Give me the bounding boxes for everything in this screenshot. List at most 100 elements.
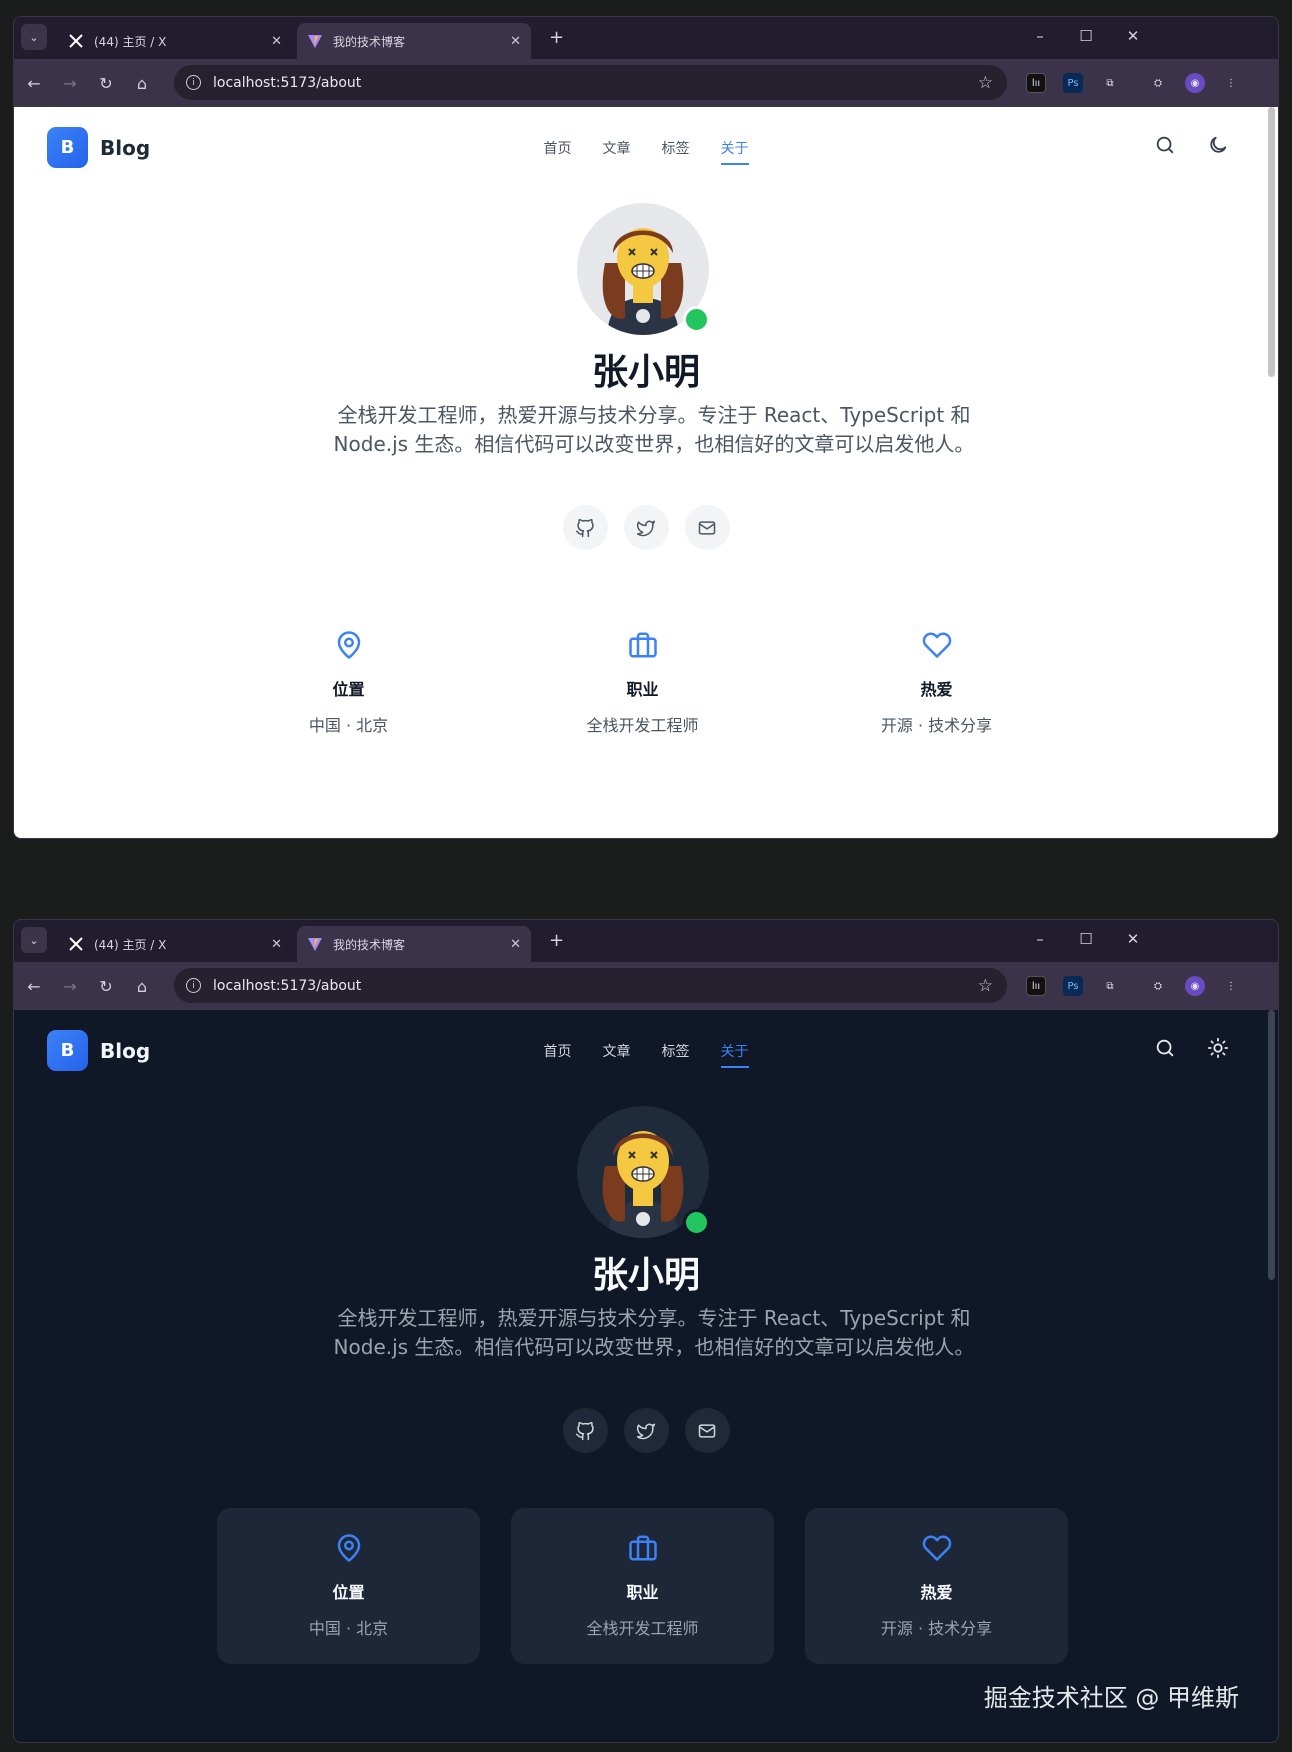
reload-button[interactable]: ↻	[94, 71, 118, 95]
search-icon	[1156, 136, 1174, 154]
tab-search-button[interactable]: ⌄	[21, 927, 47, 953]
tab-title: (44) 主页 / X	[94, 937, 167, 952]
tab-title: 我的技术博客	[333, 34, 406, 49]
nav-tags[interactable]: 标签	[662, 138, 690, 165]
tab-strip: ⌄ (44) 主页 / X ✕ 我的技术博客 ✕ + – ☐ ✕	[14, 920, 1278, 962]
theme-toggle-button[interactable]	[1207, 134, 1233, 160]
browser-window-dark: ⌄ (44) 主页 / X ✕ 我的技术博客 ✕ + – ☐ ✕ ← → ↻ ⌂…	[13, 919, 1279, 1743]
mail-icon	[698, 520, 716, 535]
tab-x[interactable]: (44) 主页 / X ✕	[58, 23, 292, 59]
mail-icon	[698, 1423, 716, 1438]
window-close-button[interactable]: ✕	[1123, 27, 1143, 45]
tab-strip: ⌄ (44) 主页 / X ✕ 我的技术博客 ✕ + – ☐ ✕	[14, 17, 1278, 59]
extensions-puzzle-icon[interactable]: ⧉	[1100, 73, 1120, 93]
forward-button[interactable]: →	[58, 974, 82, 998]
address-bar[interactable]: i localhost:5173/about ☆	[174, 968, 1007, 1003]
search-button[interactable]	[1154, 134, 1180, 160]
url-text: localhost:5173/about	[213, 74, 362, 91]
info-card-job: 职业 全栈开发工程师	[511, 605, 774, 761]
card-value: 中国 · 北京	[308, 716, 389, 735]
incognito-icon[interactable]: ⛭	[1148, 976, 1168, 996]
tab-close-icon[interactable]: ✕	[271, 937, 282, 952]
nav-articles[interactable]: 文章	[603, 138, 631, 165]
extension-ps-icon[interactable]: Ps	[1063, 73, 1083, 93]
about-page: B Blog 首页 文章 标签 关于 张小明 全栈开发工程师，热爱开源与技术分享…	[14, 1010, 1278, 1742]
twitter-icon	[636, 520, 656, 536]
nav-home[interactable]: 首页	[544, 138, 572, 165]
github-icon	[575, 1421, 594, 1440]
maximize-button[interactable]: ☐	[1076, 27, 1096, 45]
back-button[interactable]: ←	[22, 71, 46, 95]
sun-icon	[1207, 1037, 1229, 1059]
theme-toggle-button[interactable]	[1207, 1037, 1233, 1063]
tab-close-icon[interactable]: ✕	[510, 937, 521, 952]
github-link[interactable]	[562, 505, 608, 550]
tab-search-button[interactable]: ⌄	[21, 24, 47, 50]
browser-window-light: ⌄ (44) 主页 / X ✕ 我的技术博客 ✕ + – ☐ ✕ ← → ↻ ⌂…	[13, 16, 1279, 839]
home-button[interactable]: ⌂	[130, 974, 154, 998]
moon-icon	[1210, 136, 1227, 153]
mail-link[interactable]	[684, 505, 730, 550]
mail-link[interactable]	[684, 1408, 730, 1453]
bookmark-star-icon[interactable]: ☆	[978, 73, 993, 93]
browser-toolbar: ← → ↻ ⌂ i localhost:5173/about ☆ lıı Ps …	[14, 962, 1278, 1010]
reload-button[interactable]: ↻	[94, 974, 118, 998]
browser-menu-icon[interactable]: ⋮	[1221, 976, 1241, 996]
tab-title: 我的技术博客	[333, 937, 406, 952]
info-cards: 位置 中国 · 北京 职业 全栈开发工程师 热爱 开源 · 技术分享	[217, 605, 1068, 761]
github-link[interactable]	[562, 1408, 608, 1453]
nav-articles[interactable]: 文章	[603, 1041, 631, 1068]
search-button[interactable]	[1154, 1037, 1180, 1063]
nav-tags[interactable]: 标签	[662, 1041, 690, 1068]
profile-bio: 全栈开发工程师，热爱开源与技术分享。专注于 React、TypeScript 和…	[333, 403, 975, 456]
maximize-button[interactable]: ☐	[1076, 930, 1096, 948]
browser-menu-icon[interactable]: ⋮	[1221, 73, 1241, 93]
back-button[interactable]: ←	[22, 974, 46, 998]
twitter-icon	[636, 1423, 656, 1439]
tab-x[interactable]: (44) 主页 / X ✕	[58, 926, 292, 962]
minimize-button[interactable]: –	[1030, 930, 1050, 948]
card-value: 全栈开发工程师	[586, 1619, 699, 1638]
card-value: 开源 · 技术分享	[880, 1619, 993, 1638]
info-card-passion: 热爱 开源 · 技术分享	[805, 1508, 1068, 1664]
new-tab-button[interactable]: +	[549, 27, 564, 48]
info-cards: 位置 中国 · 北京 职业 全栈开发工程师 热爱 开源 · 技术分享	[217, 1508, 1068, 1664]
twitter-link[interactable]	[623, 1408, 669, 1453]
home-button[interactable]: ⌂	[130, 71, 154, 95]
card-title: 位置	[332, 1583, 365, 1602]
card-title: 热爱	[920, 680, 953, 699]
profile-avatar-icon[interactable]: ◉	[1185, 976, 1205, 996]
avatar	[577, 203, 710, 335]
tab-blog[interactable]: 我的技术博客 ✕	[297, 926, 531, 962]
incognito-icon[interactable]: ⛭	[1148, 73, 1168, 93]
site-info-icon[interactable]: i	[186, 75, 201, 90]
card-title: 职业	[626, 680, 659, 699]
nav-about[interactable]: 关于	[720, 1041, 749, 1068]
window-close-button[interactable]: ✕	[1123, 930, 1143, 948]
briefcase-icon	[628, 632, 657, 658]
card-title: 职业	[626, 1583, 659, 1602]
tab-close-icon[interactable]: ✕	[510, 34, 521, 49]
info-card-job: 职业 全栈开发工程师	[511, 1508, 774, 1664]
twitter-link[interactable]	[623, 505, 669, 550]
card-value: 全栈开发工程师	[586, 716, 699, 735]
tab-blog[interactable]: 我的技术博客 ✕	[297, 23, 531, 59]
map-pin-icon	[337, 1534, 360, 1562]
new-tab-button[interactable]: +	[549, 930, 564, 951]
nav-about[interactable]: 关于	[720, 138, 749, 165]
nav-home[interactable]: 首页	[544, 1041, 572, 1068]
forward-button[interactable]: →	[58, 71, 82, 95]
online-status-dot	[683, 1209, 710, 1236]
site-info-icon[interactable]: i	[186, 978, 201, 993]
extension-ps-icon[interactable]: Ps	[1063, 976, 1083, 996]
profile-avatar-icon[interactable]: ◉	[1185, 73, 1205, 93]
tab-close-icon[interactable]: ✕	[271, 34, 282, 49]
online-status-dot	[683, 306, 710, 333]
extension-icon[interactable]: lıı	[1026, 73, 1046, 93]
heart-icon	[922, 632, 951, 658]
minimize-button[interactable]: –	[1030, 27, 1050, 45]
bookmark-star-icon[interactable]: ☆	[978, 976, 993, 996]
extension-icon[interactable]: lıı	[1026, 976, 1046, 996]
address-bar[interactable]: i localhost:5173/about ☆	[174, 65, 1007, 100]
extensions-puzzle-icon[interactable]: ⧉	[1100, 976, 1120, 996]
